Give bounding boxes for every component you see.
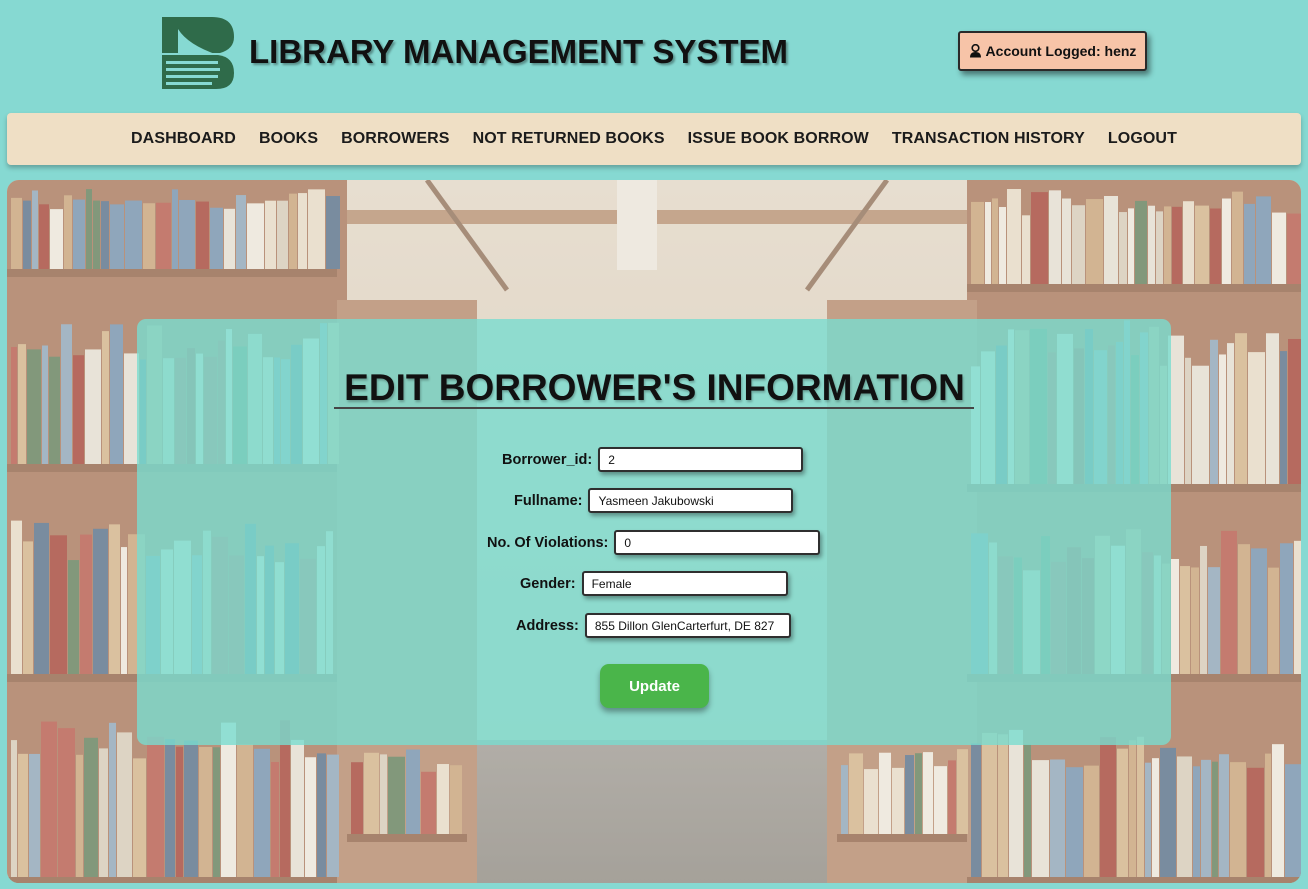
address-label: Address: xyxy=(516,617,579,634)
title-divider xyxy=(334,407,974,409)
main-navbar: DASHBOARD BOOKS BORROWERS NOT RETURNED B… xyxy=(7,113,1301,165)
book-logo-icon xyxy=(160,15,236,91)
nav-issue-book-borrow[interactable]: ISSUE BOOK BORROW xyxy=(688,130,869,148)
nav-not-returned-books[interactable]: NOT RETURNED BOOKS xyxy=(473,130,665,148)
violations-label: No. Of Violations: xyxy=(487,534,609,551)
nav-books[interactable]: BOOKS xyxy=(259,130,318,148)
update-button[interactable]: Update xyxy=(600,664,709,708)
borrower-id-label: Borrower_id: xyxy=(502,451,593,468)
nav-dashboard[interactable]: DASHBOARD xyxy=(131,130,236,148)
form-title: EDIT BORROWER'S INFORMATION xyxy=(344,367,965,408)
user-icon xyxy=(969,44,981,58)
borrower-id-row: Borrower_id: xyxy=(502,447,804,472)
fullname-input[interactable] xyxy=(588,488,794,513)
account-label: Account Logged: henz xyxy=(985,43,1137,59)
fullname-label: Fullname: xyxy=(514,492,583,509)
nav-logout[interactable]: LOGOUT xyxy=(1108,130,1177,148)
violations-row: No. Of Violations: xyxy=(487,530,821,555)
gender-input[interactable] xyxy=(581,571,788,596)
app-title: LIBRARY MANAGEMENT SYSTEM xyxy=(249,33,789,70)
address-row: Address: xyxy=(516,613,791,638)
borrower-id-input[interactable] xyxy=(598,447,804,472)
nav-borrowers[interactable]: BORROWERS xyxy=(341,130,449,148)
violations-input[interactable] xyxy=(614,530,821,555)
gender-label: Gender: xyxy=(520,575,576,592)
address-input[interactable] xyxy=(584,613,791,638)
gender-row: Gender: xyxy=(520,571,788,596)
fullname-row: Fullname: xyxy=(514,488,794,513)
account-badge: Account Logged: henz xyxy=(958,31,1147,71)
nav-transaction-history[interactable]: TRANSACTION HISTORY xyxy=(892,130,1085,148)
